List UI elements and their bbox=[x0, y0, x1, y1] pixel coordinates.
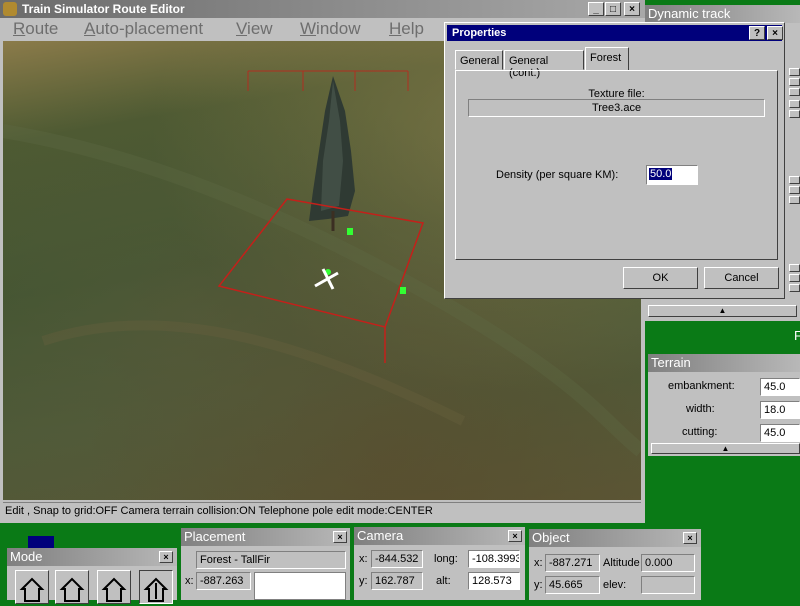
mode-button[interactable] bbox=[55, 570, 89, 604]
width-input[interactable]: 18.0 bbox=[760, 401, 800, 419]
placement-object-name: Forest - TallFir bbox=[196, 551, 346, 569]
placement-close-button[interactable]: × bbox=[333, 531, 347, 543]
density-value: 50.0 bbox=[649, 168, 673, 180]
camera-close-button[interactable]: × bbox=[508, 530, 522, 542]
terrain-streak bbox=[41, 320, 466, 426]
object-x-value: -887.271 bbox=[545, 554, 600, 572]
main-titlebar[interactable]: Train Simulator Route Editor _ □ × bbox=[0, 0, 645, 18]
menu-auto-placement[interactable]: Auto-placement bbox=[84, 19, 203, 39]
camera-long-input[interactable]: -108.3993 bbox=[468, 550, 520, 568]
placement-list[interactable] bbox=[254, 572, 346, 600]
spin-button[interactable] bbox=[789, 78, 800, 86]
mode-button-active[interactable] bbox=[139, 570, 173, 604]
camera-panel: Camera × x: -844.532 long: -108.3993 y: … bbox=[354, 527, 525, 600]
camera-y-label: y: bbox=[359, 575, 368, 587]
camera-alt-input[interactable]: 128.573 bbox=[468, 572, 520, 590]
mode-button[interactable] bbox=[15, 570, 49, 604]
terrain-panel: Terrain embankment: 45.0 width: 18.0 cut… bbox=[648, 354, 800, 456]
menu-route[interactable]: Route bbox=[13, 19, 58, 39]
placement-x-value: -887.263 bbox=[196, 572, 251, 590]
blue-window-icon bbox=[28, 536, 54, 548]
menu-view[interactable]: View bbox=[236, 19, 273, 39]
tab-general[interactable]: General bbox=[455, 50, 503, 70]
spin-button[interactable] bbox=[789, 110, 800, 118]
embankment-input[interactable]: 45.0 bbox=[760, 378, 800, 396]
density-input[interactable]: 50.0 bbox=[646, 165, 698, 185]
tall-fir-tree bbox=[309, 76, 355, 231]
cutting-input[interactable]: 45.0 bbox=[760, 424, 800, 442]
properties-dialog: Properties ? × General General (cont.) F… bbox=[444, 22, 785, 299]
spin-button[interactable] bbox=[789, 186, 800, 194]
spin-button[interactable] bbox=[789, 196, 800, 204]
properties-title: Properties bbox=[452, 27, 507, 39]
camera-y-value: 162.787 bbox=[371, 572, 423, 590]
mode-titlebar[interactable]: Mode × bbox=[7, 548, 177, 566]
cutting-label: cutting: bbox=[682, 426, 718, 438]
menu-window[interactable]: Window bbox=[300, 19, 360, 39]
placement-x-label: x: bbox=[185, 575, 194, 587]
ok-button[interactable]: OK bbox=[623, 267, 698, 289]
menu-help[interactable]: Help bbox=[389, 19, 424, 39]
spin-button[interactable] bbox=[789, 176, 800, 184]
help-button[interactable]: ? bbox=[749, 26, 765, 40]
green-marker bbox=[400, 287, 406, 294]
object-altitude-value: 0.000 bbox=[641, 554, 695, 572]
object-elev-label: elev: bbox=[603, 579, 627, 591]
house-arrow-icon bbox=[19, 577, 45, 602]
status-text: Edit , Snap to grid:OFF Camera terrain c… bbox=[5, 505, 433, 517]
texture-file-field: Tree3.ace bbox=[468, 99, 765, 117]
tab-general-cont[interactable]: General (cont.) bbox=[504, 50, 584, 79]
window-title: Train Simulator Route Editor bbox=[22, 2, 185, 16]
camera-alt-label: alt: bbox=[436, 575, 451, 587]
camera-x-value: -844.532 bbox=[371, 550, 423, 568]
object-titlebar[interactable]: Object × bbox=[529, 529, 701, 547]
app-icon bbox=[3, 2, 17, 16]
embankment-label: embankment: bbox=[668, 380, 735, 392]
placement-titlebar[interactable]: Placement × bbox=[181, 528, 350, 546]
tab-forest[interactable]: Forest bbox=[585, 47, 629, 71]
right-edge-text: F bbox=[794, 328, 800, 343]
house-rotate-icon bbox=[101, 577, 127, 602]
house-icon bbox=[59, 577, 85, 602]
spin-button[interactable] bbox=[789, 100, 800, 108]
compass-scale bbox=[247, 70, 409, 91]
camera-x-label: x: bbox=[359, 553, 368, 565]
spin-button[interactable] bbox=[789, 88, 800, 96]
dialog-close-button[interactable]: × bbox=[767, 26, 783, 40]
object-y-value: 45.665 bbox=[545, 576, 600, 594]
cancel-button[interactable]: Cancel bbox=[704, 267, 779, 289]
camera-titlebar[interactable]: Camera × bbox=[354, 527, 525, 545]
green-marker bbox=[347, 228, 353, 235]
collapse-arrow-button[interactable]: ▲ bbox=[648, 305, 797, 317]
object-close-button[interactable]: × bbox=[683, 532, 697, 544]
object-elev-value bbox=[641, 576, 695, 594]
width-label: width: bbox=[686, 403, 715, 415]
properties-titlebar[interactable]: Properties ? × bbox=[447, 25, 783, 41]
mode-close-button[interactable]: × bbox=[159, 551, 173, 563]
house-move-icon bbox=[143, 577, 169, 602]
object-x-label: x: bbox=[534, 557, 543, 569]
density-label: Density (per square KM): bbox=[496, 169, 619, 181]
object-altitude-label: Altitude bbox=[603, 557, 640, 569]
terrain-titlebar[interactable]: Terrain bbox=[648, 354, 800, 372]
spin-button[interactable] bbox=[789, 264, 800, 272]
spin-button[interactable] bbox=[789, 274, 800, 282]
camera-long-label: long: bbox=[434, 553, 458, 565]
placement-panel: Placement × Forest - TallFir x: -887.263 bbox=[181, 528, 350, 600]
object-y-label: y: bbox=[534, 579, 543, 591]
forest-tab-panel: Texture file: Tree3.ace Density (per squ… bbox=[455, 70, 778, 260]
object-panel: Object × x: -887.271 Altitude 0.000 y: 4… bbox=[529, 529, 701, 600]
close-button[interactable]: × bbox=[624, 2, 640, 16]
terrain-collapse-button[interactable]: ▲ bbox=[651, 443, 800, 454]
maximize-button[interactable]: □ bbox=[605, 2, 621, 16]
spin-button[interactable] bbox=[789, 68, 800, 76]
status-bar: Edit , Snap to grid:OFF Camera terrain c… bbox=[3, 502, 641, 521]
spin-button[interactable] bbox=[789, 284, 800, 292]
dynamic-track-titlebar[interactable]: Dynamic track bbox=[645, 5, 800, 23]
minimize-button[interactable]: _ bbox=[588, 2, 604, 16]
mode-button[interactable] bbox=[97, 570, 131, 604]
